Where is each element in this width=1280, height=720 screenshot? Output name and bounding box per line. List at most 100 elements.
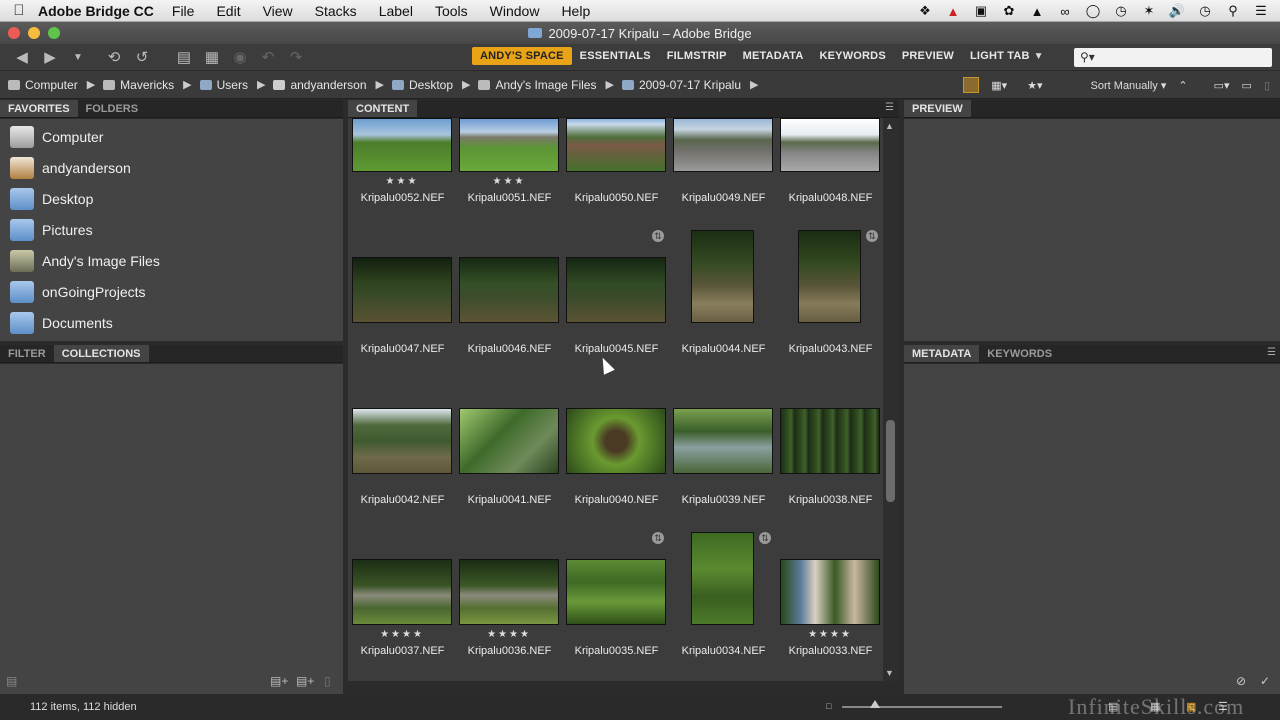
- notification-icon[interactable]: ▲: [1028, 4, 1046, 19]
- stack-icon[interactable]: ⇅: [866, 230, 878, 242]
- favorite-desktop[interactable]: Desktop: [0, 183, 343, 214]
- favorite-ongoingprojects[interactable]: onGoingProjects: [0, 276, 343, 307]
- menu-label[interactable]: Label: [379, 3, 413, 19]
- open-recent-folder-icon[interactable]: ▭▾: [1214, 79, 1230, 92]
- workspace-preview[interactable]: PREVIEW: [894, 47, 962, 65]
- scroll-down-arrow-icon[interactable]: ▼: [885, 668, 894, 678]
- workspace-filmstrip[interactable]: FILMSTRIP: [659, 47, 735, 65]
- workspace-switcher: ANDY'S SPACE ESSENTIALS FILMSTRIP METADA…: [472, 47, 1044, 65]
- menu-help[interactable]: Help: [561, 3, 590, 19]
- stack-icon[interactable]: ⇅: [759, 532, 771, 544]
- new-collection-icon[interactable]: ▤+: [296, 674, 314, 688]
- favorite-documents[interactable]: Documents: [0, 307, 343, 338]
- open-camera-raw-icon[interactable]: ◉: [226, 48, 254, 66]
- thumbnail-filename: Kripalu0037.NEF: [360, 645, 445, 657]
- scroll-up-arrow-icon[interactable]: ▲: [885, 121, 894, 131]
- volume-icon[interactable]: 🔊: [1168, 3, 1186, 19]
- notification-center-icon[interactable]: ☰: [1252, 3, 1270, 19]
- app-menu-name[interactable]: Adobe Bridge CC: [38, 3, 154, 19]
- spotlight-icon[interactable]: ⚲: [1224, 3, 1242, 19]
- breadcrumb-users[interactable]: Users ▶: [199, 78, 265, 92]
- panel-menu-icon[interactable]: ☰: [885, 102, 894, 113]
- menu-edit[interactable]: Edit: [216, 3, 240, 19]
- menu-stacks[interactable]: Stacks: [315, 3, 357, 19]
- panel-menu-icon[interactable]: ☰: [1267, 347, 1276, 358]
- tab-content[interactable]: CONTENT: [348, 100, 418, 117]
- tab-filter[interactable]: FILTER: [0, 345, 54, 362]
- favorite-andys-image-files[interactable]: Andy's Image Files: [0, 245, 343, 276]
- refine-icon[interactable]: ▦: [198, 48, 226, 66]
- tab-folders[interactable]: FOLDERS: [78, 100, 147, 117]
- boomerang-icon[interactable]: ⟲: [100, 48, 128, 66]
- sort-ascending-icon[interactable]: ⌃: [1178, 79, 1187, 92]
- rotate-left-icon[interactable]: ↶: [254, 48, 282, 66]
- delete-icon[interactable]: ▯: [1264, 79, 1270, 92]
- thumbnail-image: [459, 559, 559, 625]
- breadcrumb-mavericks[interactable]: Mavericks ▶: [103, 78, 192, 92]
- panel-options-icon[interactable]: ▤: [6, 674, 17, 688]
- grid-view-icon[interactable]: ▦▾: [991, 79, 1007, 92]
- workspace-andys-space[interactable]: ANDY'S SPACE: [472, 47, 572, 65]
- back-arrow-icon[interactable]: ◀: [8, 48, 36, 66]
- breadcrumb-computer[interactable]: Computer ▶: [8, 78, 95, 92]
- thumbnail-size-slider[interactable]: [842, 706, 1002, 708]
- menu-view[interactable]: View: [263, 3, 293, 19]
- forward-arrow-icon[interactable]: ▶: [36, 48, 64, 66]
- tab-keywords[interactable]: KEYWORDS: [979, 345, 1060, 362]
- rotate-right-icon[interactable]: ↷: [282, 48, 310, 66]
- new-folder-icon[interactable]: ▭: [1242, 79, 1252, 92]
- messages-icon[interactable]: ◯: [1084, 3, 1102, 19]
- reveal-recent-icon[interactable]: ↺: [128, 48, 156, 66]
- trash-icon[interactable]: ▯: [324, 674, 331, 688]
- creative-cloud-icon[interactable]: ∞: [1056, 4, 1074, 19]
- menu-file[interactable]: File: [172, 3, 195, 19]
- workspace-essentials[interactable]: ESSENTIALS: [572, 47, 659, 65]
- workspace-light-table[interactable]: LIGHT TAB: [962, 47, 1038, 65]
- favorite-andyanderson[interactable]: andyanderson: [0, 152, 343, 183]
- paw-icon[interactable]: ✿: [1000, 3, 1018, 19]
- workspace-menu-chevron-icon[interactable]: ▼: [1034, 51, 1044, 62]
- minimize-window-button[interactable]: [28, 27, 40, 39]
- acrobat-icon[interactable]: ▲: [944, 4, 962, 19]
- stack-icon[interactable]: ⇅: [652, 532, 664, 544]
- apple-menu-icon[interactable]: : [0, 2, 38, 19]
- menu-tools[interactable]: Tools: [435, 3, 468, 19]
- tab-collections[interactable]: COLLECTIONS: [53, 345, 149, 362]
- tab-preview[interactable]: PREVIEW: [904, 100, 971, 117]
- sort-dropdown[interactable]: Sort Manually ▾: [1091, 79, 1167, 92]
- content-scrollbar[interactable]: ▲ ▼: [883, 118, 898, 681]
- close-window-button[interactable]: [8, 27, 20, 39]
- scroll-thumb[interactable]: [886, 420, 895, 502]
- zoom-window-button[interactable]: [48, 27, 60, 39]
- chevron-right-icon: ▶: [183, 79, 192, 91]
- time-machine-icon[interactable]: ◷: [1112, 3, 1130, 19]
- display-icon[interactable]: ▣: [972, 3, 990, 19]
- favorite-computer[interactable]: Computer: [0, 121, 343, 152]
- recent-dropdown-icon[interactable]: ▼: [64, 52, 92, 63]
- preview-panel-tabs: PREVIEW: [904, 100, 1280, 118]
- stack-icon[interactable]: ⇅: [652, 230, 664, 242]
- clock-icon[interactable]: ◷: [1196, 3, 1214, 19]
- workspace-metadata[interactable]: METADATA: [735, 47, 812, 65]
- thumbnail-image: [459, 408, 559, 474]
- thumbnail-size-slider-knob[interactable]: [870, 700, 880, 708]
- new-smart-collection-icon[interactable]: ▤+: [270, 674, 288, 688]
- no-entry-icon[interactable]: ⊘: [1236, 674, 1246, 688]
- search-input[interactable]: ⚲▾: [1074, 48, 1272, 67]
- breadcrumb-desktop[interactable]: Desktop ▶: [391, 78, 470, 92]
- checkmark-icon[interactable]: ✓: [1260, 674, 1270, 688]
- menu-window[interactable]: Window: [490, 3, 540, 19]
- dropbox-icon[interactable]: ❖: [916, 3, 934, 19]
- favorite-pictures[interactable]: Pictures: [0, 214, 343, 245]
- tab-favorites[interactable]: FAVORITES: [0, 100, 78, 117]
- workspace-keywords[interactable]: KEYWORDS: [811, 47, 893, 65]
- zoom-out-icon[interactable]: □: [826, 701, 831, 711]
- breadcrumb-andyanderson[interactable]: andyanderson ▶: [273, 78, 384, 92]
- rating-filter-icon[interactable]: ★▾: [1027, 79, 1042, 92]
- get-photos-icon[interactable]: ▤: [170, 48, 198, 66]
- thumbnail-quality-button[interactable]: [963, 77, 980, 93]
- breadcrumb-kripalu[interactable]: 2009-07-17 Kripalu ▶: [621, 78, 759, 92]
- breadcrumb-andys-image-files[interactable]: Andy's Image Files ▶: [478, 78, 614, 92]
- tab-metadata[interactable]: METADATA: [904, 345, 980, 362]
- bluetooth-icon[interactable]: ✶: [1140, 3, 1158, 19]
